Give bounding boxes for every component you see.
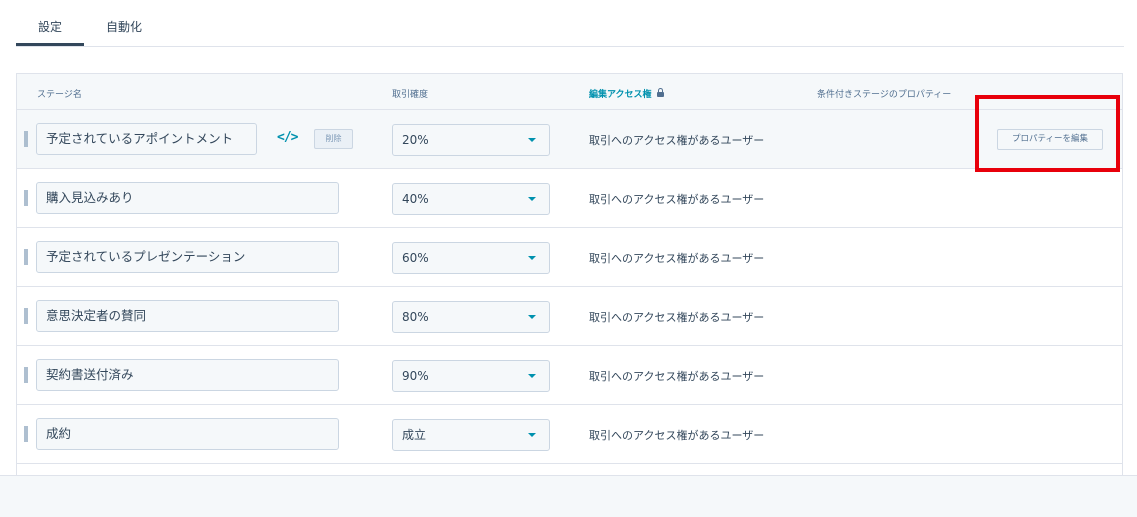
tab-bar: 設定 自動化	[15, 0, 1124, 47]
table-row: 購入見込みあり 40% 取引へのアクセス権があるユーザー	[17, 169, 1122, 228]
column-header-stage-name: ステージ名	[37, 90, 82, 100]
footer-bar	[0, 475, 1137, 517]
drag-handle-icon[interactable]	[24, 426, 28, 442]
access-text: 取引へのアクセス権があるユーザー	[589, 429, 765, 442]
drag-handle-icon[interactable]	[24, 308, 28, 324]
access-text: 取引へのアクセス権があるユーザー	[589, 193, 765, 206]
probability-value: 90%	[402, 369, 429, 383]
delete-button[interactable]: 削除	[314, 129, 353, 149]
table-row: 意思決定者の賛同 80% 取引へのアクセス権があるユーザー	[17, 287, 1122, 346]
tab-automation[interactable]: 自動化	[106, 18, 142, 35]
stage-name-input[interactable]: 予定されているアポイントメント	[36, 123, 257, 155]
stage-name-input[interactable]: 予定されているプレゼンテーション	[36, 241, 339, 273]
caret-down-icon	[528, 315, 536, 319]
drag-handle-icon[interactable]	[24, 249, 28, 265]
caret-down-icon	[528, 138, 536, 142]
stage-name-input[interactable]: 意思決定者の賛同	[36, 300, 339, 332]
caret-down-icon	[528, 374, 536, 378]
probability-value: 20%	[402, 133, 429, 147]
probability-value: 40%	[402, 192, 429, 206]
probability-value: 80%	[402, 310, 429, 324]
column-header-conditional-properties: 条件付きステージのプロパティー	[817, 90, 952, 100]
drag-handle-icon[interactable]	[24, 367, 28, 383]
drag-handle-icon[interactable]	[24, 190, 28, 206]
probability-select[interactable]: 80%	[392, 301, 550, 333]
column-header-edit-access-label: 編集アクセス権	[589, 90, 652, 100]
probability-select[interactable]: 60%	[392, 242, 550, 274]
probability-select[interactable]: 20%	[392, 124, 550, 156]
column-header-probability: 取引確度	[392, 90, 429, 100]
stage-name-input[interactable]: 契約書送付済み	[36, 359, 339, 391]
edit-properties-button[interactable]: プロパティーを編集	[997, 129, 1103, 150]
table-header: ステージ名 取引確度 編集アクセス権 条件付きステージのプロパティー	[17, 74, 1122, 110]
drag-handle-icon[interactable]	[24, 131, 28, 147]
access-text: 取引へのアクセス権があるユーザー	[589, 134, 765, 147]
table-row: 予定されているプレゼンテーション 60% 取引へのアクセス権があるユーザー	[17, 228, 1122, 287]
caret-down-icon	[528, 433, 536, 437]
deal-stage-table: ステージ名 取引確度 編集アクセス権 条件付きステージのプロパティー 予定されて…	[16, 73, 1123, 484]
table-row: 契約書送付済み 90% 取引へのアクセス権があるユーザー	[17, 346, 1122, 405]
probability-select[interactable]: 成立	[392, 419, 550, 451]
probability-value: 成立	[402, 428, 427, 442]
table-row: 予定されているアポイントメント </> 削除 20% 取引へのアクセス権があるユ…	[17, 110, 1122, 169]
code-icon[interactable]: </>	[277, 130, 299, 145]
column-header-edit-access[interactable]: 編集アクセス権	[589, 87, 664, 100]
lock-icon	[656, 88, 664, 97]
table-row: 成約 成立 取引へのアクセス権があるユーザー	[17, 405, 1122, 464]
stage-name-input[interactable]: 成約	[36, 418, 339, 450]
caret-down-icon	[528, 197, 536, 201]
tab-settings[interactable]: 設定	[15, 18, 85, 46]
probability-select[interactable]: 40%	[392, 183, 550, 215]
caret-down-icon	[528, 256, 536, 260]
probability-value: 60%	[402, 251, 429, 265]
access-text: 取引へのアクセス権があるユーザー	[589, 311, 765, 324]
access-text: 取引へのアクセス権があるユーザー	[589, 252, 765, 265]
probability-select[interactable]: 90%	[392, 360, 550, 392]
access-text: 取引へのアクセス権があるユーザー	[589, 370, 765, 383]
stage-name-input[interactable]: 購入見込みあり	[36, 182, 339, 214]
